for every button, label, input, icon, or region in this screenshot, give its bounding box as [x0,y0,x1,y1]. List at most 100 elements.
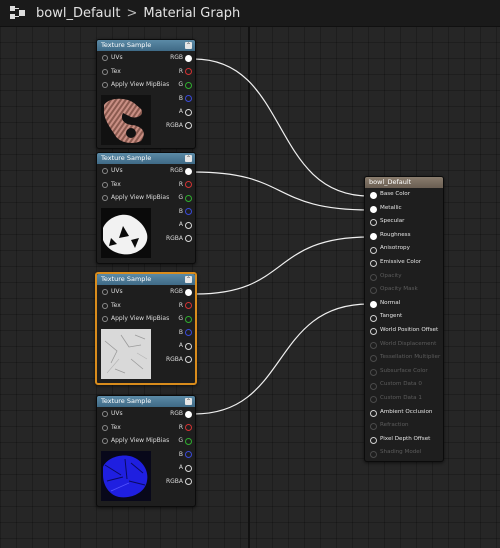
material-input-shading-model[interactable]: Shading Model [365,446,443,460]
material-input-world-displacement[interactable]: World Displacement [365,338,443,352]
input-pin-icon[interactable] [370,192,377,200]
input-pin-icon[interactable] [102,289,108,295]
breadcrumb-asset-name[interactable]: bowl_Default [36,6,120,21]
material-input-tessellation-multiplier[interactable]: Tessellation Multiplier [365,351,443,365]
output-pin-rgb[interactable] [185,288,192,296]
input-pin-icon[interactable] [370,341,377,349]
material-input-opacity[interactable]: Opacity [365,270,443,284]
material-input-subsurface-color[interactable]: Subsurface Color [365,365,443,379]
material-input-metallic[interactable]: Metallic [365,202,443,216]
output-pin-b[interactable] [185,451,192,458]
output-pin-a[interactable] [185,464,192,472]
output-pin-a[interactable] [185,108,192,116]
material-result-node[interactable]: bowl_Default Base Color Metallic Specular R… [364,176,444,462]
output-pin-rgba[interactable] [185,235,192,242]
texture-sample-node-selected[interactable]: Texture Sample ⌃ UVs RGB Tex R Apply View … [95,272,197,385]
output-pin-b[interactable] [185,95,192,102]
input-pin-icon[interactable] [370,409,377,417]
material-input-roughness[interactable]: Roughness [365,229,443,243]
material-input-specular[interactable]: Specular [365,215,443,229]
pin-row-tex[interactable]: Tex R [97,421,195,435]
input-pin-icon[interactable] [370,301,377,309]
node-title-bar[interactable]: Texture Sample ⌃ [97,274,195,285]
material-input-tangent[interactable]: Tangent [365,310,443,324]
material-input-ambient-occlusion[interactable]: Ambient Occlusion [365,406,443,420]
material-input-refraction[interactable]: Refraction [365,419,443,433]
pin-row-tex[interactable]: Tex R [97,178,195,192]
material-input-opacity-mask[interactable]: Opacity Mask [365,283,443,297]
material-input-base-color[interactable]: Base Color [365,188,443,202]
material-input-normal[interactable]: Normal [365,297,443,311]
output-pin-rgba[interactable] [185,478,192,485]
pin-row-mipbias[interactable]: Apply View MipBias G [97,78,195,92]
material-input-anisotropy[interactable]: Anisotropy [365,242,443,256]
output-pin-a[interactable] [185,221,192,229]
input-pin-icon[interactable] [102,68,108,75]
input-pin-icon[interactable] [370,260,377,268]
input-pin-icon[interactable] [102,411,108,417]
output-pin-a[interactable] [185,342,192,350]
collapse-icon[interactable]: ⌃ [185,42,192,49]
output-pin-r[interactable] [185,181,192,188]
texture-sample-node[interactable]: Texture Sample ⌃ UVs RGB Tex R Apply View … [96,39,196,149]
input-pin-icon[interactable] [102,181,108,188]
output-pin-g[interactable] [185,315,192,323]
material-node-title[interactable]: bowl_Default [365,177,443,188]
output-pin-rgb[interactable] [185,410,192,418]
input-pin-icon[interactable] [370,273,377,281]
output-pin-g[interactable] [185,194,192,202]
output-pin-rgba[interactable] [185,356,192,363]
pin-row-mipbias[interactable]: Apply View MipBias G [97,434,195,448]
output-pin-b[interactable] [185,329,192,336]
output-pin-rgb[interactable] [185,54,192,62]
pin-row-uvs[interactable]: UVs RGB [97,51,195,65]
input-pin-icon[interactable] [102,316,108,322]
input-pin-icon[interactable] [370,423,377,431]
node-title-bar[interactable]: Texture Sample ⌃ [97,40,195,51]
input-pin-icon[interactable] [102,424,108,431]
output-pin-g[interactable] [185,437,192,445]
input-pin-icon[interactable] [370,328,377,336]
output-pin-r[interactable] [185,68,192,75]
texture-sample-node[interactable]: Texture Sample ⌃ UVs RGB Tex R Apply View … [96,395,196,507]
material-input-emissive-color[interactable]: Emissive Color [365,256,443,270]
pin-row-tex[interactable]: Tex R [97,65,195,79]
output-pin-g[interactable] [185,81,192,89]
input-pin-icon[interactable] [370,450,377,458]
input-pin-icon[interactable] [102,82,108,88]
collapse-icon[interactable]: ⌃ [185,155,192,162]
node-title-bar[interactable]: Texture Sample ⌃ [97,396,195,407]
pin-row-uvs[interactable]: UVs RGB [97,407,195,421]
input-pin-icon[interactable] [370,287,377,295]
input-pin-icon[interactable] [102,168,108,174]
material-input-pixel-depth-offset[interactable]: Pixel Depth Offset [365,433,443,447]
collapse-icon[interactable]: ⌃ [185,276,192,283]
input-pin-icon[interactable] [102,55,108,61]
input-pin-icon[interactable] [370,436,377,444]
input-pin-icon[interactable] [370,314,377,322]
input-pin-icon[interactable] [370,369,377,377]
node-title-bar[interactable]: Texture Sample ⌃ [97,153,195,164]
input-pin-icon[interactable] [102,302,108,309]
pin-row-mipbias[interactable]: Apply View MipBias G [97,312,195,326]
material-input-custom-data-0[interactable]: Custom Data 0 [365,378,443,392]
pin-row-mipbias[interactable]: Apply View MipBias G [97,191,195,205]
input-pin-icon[interactable] [370,382,377,390]
input-pin-icon[interactable] [370,205,377,213]
input-pin-icon[interactable] [370,355,377,363]
output-pin-rgba[interactable] [185,122,192,129]
pin-row-uvs[interactable]: UVs RGB [97,164,195,178]
input-pin-icon[interactable] [102,195,108,201]
pin-row-tex[interactable]: Tex R [97,299,195,313]
input-pin-icon[interactable] [370,246,377,254]
material-input-custom-data-1[interactable]: Custom Data 1 [365,392,443,406]
input-pin-icon[interactable] [370,219,377,227]
input-pin-icon[interactable] [370,396,377,404]
input-pin-icon[interactable] [370,233,377,241]
output-pin-r[interactable] [185,424,192,431]
collapse-icon[interactable]: ⌃ [185,398,192,405]
output-pin-rgb[interactable] [185,167,192,175]
material-input-world-position-offset[interactable]: World Position Offset [365,324,443,338]
output-pin-b[interactable] [185,208,192,215]
input-pin-icon[interactable] [102,438,108,444]
